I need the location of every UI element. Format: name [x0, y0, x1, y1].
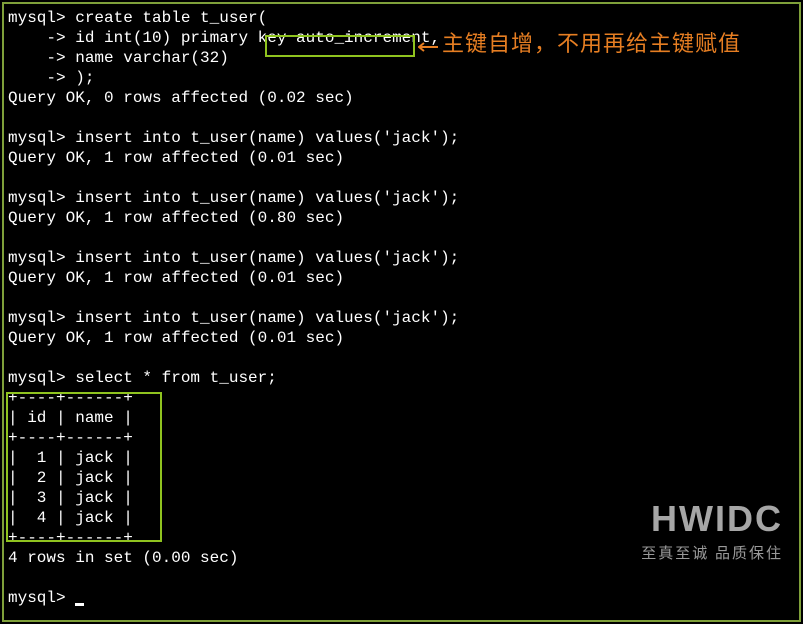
select-footer: 4 rows in set (0.00 sec) — [8, 548, 795, 568]
table-row: | 1 | jack | — [8, 448, 795, 468]
table-row: | 3 | jack | — [8, 488, 795, 508]
prompt-line[interactable]: mysql> — [8, 588, 795, 608]
create-line-1: mysql> create table t_user( — [8, 8, 795, 28]
insert-cmd: mysql> insert into t_user(name) values('… — [8, 128, 795, 148]
insert-cmd: mysql> insert into t_user(name) values('… — [8, 248, 795, 268]
insert-result: Query OK, 1 row affected (0.01 sec) — [8, 148, 795, 168]
select-cmd: mysql> select * from t_user; — [8, 368, 795, 388]
create-result: Query OK, 0 rows affected (0.02 sec) — [8, 88, 795, 108]
terminal-output: mysql> create table t_user( -> id int(10… — [8, 8, 795, 608]
table-border: +----+------+ — [8, 388, 795, 408]
table-row: | 2 | jack | — [8, 468, 795, 488]
insert-cmd: mysql> insert into t_user(name) values('… — [8, 188, 795, 208]
insert-result: Query OK, 1 row affected (0.01 sec) — [8, 268, 795, 288]
prompt-text: mysql> — [8, 589, 75, 607]
table-row: | 4 | jack | — [8, 508, 795, 528]
table-header: | id | name | — [8, 408, 795, 428]
insert-result: Query OK, 1 row affected (0.01 sec) — [8, 328, 795, 348]
table-border: +----+------+ — [8, 428, 795, 448]
table-border: +----+------+ — [8, 528, 795, 548]
create-line-4: -> ); — [8, 68, 795, 88]
insert-cmd: mysql> insert into t_user(name) values('… — [8, 308, 795, 328]
create-line-3: -> name varchar(32) — [8, 48, 795, 68]
cursor-icon — [75, 603, 84, 606]
create-line-2: -> id int(10) primary key auto_increment… — [8, 28, 795, 48]
insert-result: Query OK, 1 row affected (0.80 sec) — [8, 208, 795, 228]
